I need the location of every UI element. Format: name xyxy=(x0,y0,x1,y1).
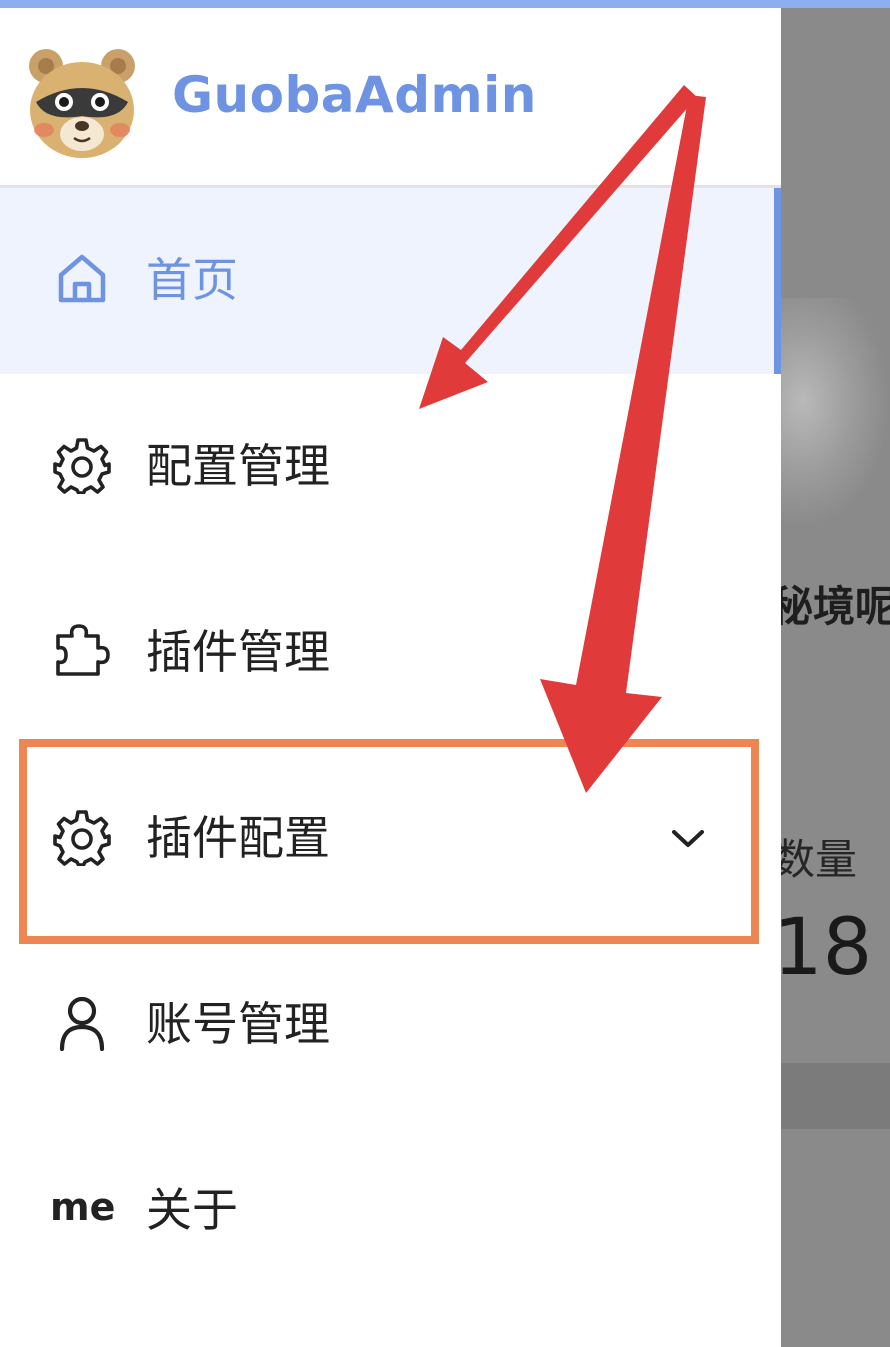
puzzle-icon xyxy=(52,620,112,680)
menu-item-home[interactable]: 首页 xyxy=(0,188,781,374)
menu-item-plugin-config[interactable]: 插件配置 xyxy=(0,746,781,932)
background-text: 秘境呢 xyxy=(781,582,890,631)
menu-item-label: 插件配置 xyxy=(146,811,330,865)
menu-item-label: 关于 xyxy=(146,1183,238,1237)
menu-item-config[interactable]: 配置管理 xyxy=(0,374,781,560)
top-accent-bar xyxy=(0,0,890,8)
me-icon: me xyxy=(50,1185,116,1229)
user-icon xyxy=(52,992,112,1052)
menu-item-label: 配置管理 xyxy=(146,439,330,493)
background-stat-value: 18 xyxy=(781,903,873,993)
logo-raccoon-icon xyxy=(26,44,138,158)
app-title: GuobaAdmin xyxy=(172,66,537,124)
background-image xyxy=(781,298,890,528)
menu-item-about[interactable]: me 关于 xyxy=(0,1118,781,1304)
gear-icon xyxy=(52,806,112,866)
background-page-overlay[interactable]: 秘境呢 数量 18 xyxy=(781,8,890,1347)
chevron-down-icon[interactable] xyxy=(668,824,708,854)
menu-item-label: 插件管理 xyxy=(146,625,330,679)
menu-item-label: 首页 xyxy=(146,253,238,307)
menu-item-label: 账号管理 xyxy=(146,997,330,1051)
background-divider-band xyxy=(781,1063,890,1129)
brand-header: GuobaAdmin xyxy=(0,8,781,188)
home-icon xyxy=(52,248,112,308)
menu-item-plugins[interactable]: 插件管理 xyxy=(0,560,781,746)
menu-item-accounts[interactable]: 账号管理 xyxy=(0,932,781,1118)
background-stat-label: 数量 xyxy=(781,835,858,884)
side-drawer: GuobaAdmin 首页 配置管理 插件管理 插件配置 账号管理 me 关于 xyxy=(0,8,781,1347)
gear-icon xyxy=(52,434,112,494)
